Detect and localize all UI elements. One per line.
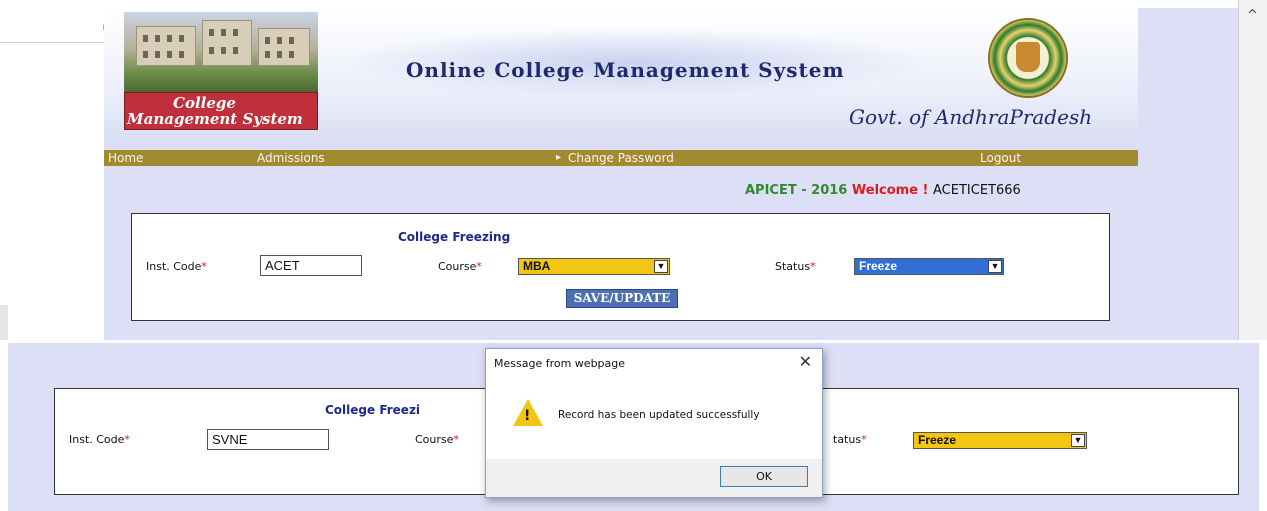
ok-button[interactable]: OK bbox=[720, 466, 808, 487]
nav-bar: Home Admissions ▸ Change Password Logout bbox=[104, 150, 1138, 166]
form-title: College Freezi bbox=[325, 403, 421, 417]
nav-home[interactable]: Home bbox=[108, 150, 143, 166]
welcome-word: Welcome ! bbox=[851, 183, 929, 198]
site-header-banner: College Management System Online College… bbox=[104, 8, 1138, 132]
course-label: Course* bbox=[415, 433, 459, 446]
course-select[interactable]: MBA ▼ bbox=[518, 258, 670, 275]
govt-text: Govt. of AndhraPradesh bbox=[849, 105, 1093, 129]
message-dialog: Message from webpage ✕ ! Record has been… bbox=[485, 348, 823, 498]
scrollbar[interactable]: ^ bbox=[1238, 0, 1267, 340]
close-icon[interactable]: ✕ bbox=[799, 352, 812, 371]
exam-label: APICET - 2016 bbox=[745, 183, 848, 198]
divider-line bbox=[0, 42, 104, 43]
course-label: Course* bbox=[438, 260, 482, 273]
dialog-title: Message from webpage bbox=[494, 357, 626, 370]
govt-emblem-icon bbox=[988, 18, 1068, 98]
nav-arrow-icon: ▸ bbox=[556, 152, 562, 163]
college-freezing-form: College Freezing Inst. Code* ACET Course… bbox=[131, 213, 1110, 321]
warning-mark: ! bbox=[524, 408, 531, 424]
status-label: Status* bbox=[775, 260, 816, 273]
chevron-down-icon[interactable]: ▼ bbox=[1071, 434, 1085, 447]
user-id: ACETICET666 bbox=[933, 183, 1021, 198]
status-select[interactable]: Freeze ▼ bbox=[913, 432, 1087, 449]
status-select-value: Freeze bbox=[859, 259, 898, 273]
nav-change-password[interactable]: Change Password bbox=[568, 150, 674, 166]
nav-logout[interactable]: Logout bbox=[980, 150, 1021, 166]
logo-caption: College Management System bbox=[124, 92, 318, 130]
logo-caption-line2: Management System bbox=[127, 110, 303, 128]
college-building-photo bbox=[124, 12, 318, 92]
nav-admissions[interactable]: Admissions bbox=[257, 150, 325, 166]
save-update-button[interactable]: SAVE/UPDATE bbox=[566, 289, 678, 308]
status-select[interactable]: Freeze ▼ bbox=[854, 258, 1004, 275]
welcome-message: APICET - 2016 Welcome ! ACETICET666 bbox=[745, 183, 1021, 198]
form-title: College Freezing bbox=[398, 230, 511, 244]
dialog-footer: OK bbox=[486, 459, 822, 497]
inst-code-input[interactable]: SVNE bbox=[207, 429, 329, 450]
status-label: tatus* bbox=[833, 433, 867, 446]
inst-code-input[interactable]: ACET bbox=[260, 255, 362, 276]
chevron-down-icon[interactable]: ▼ bbox=[988, 260, 1002, 273]
inst-code-label: Inst. Code* bbox=[146, 260, 207, 273]
top-screenshot: g ^ College Management System Online Col… bbox=[0, 0, 1267, 340]
site-title: Online College Management System bbox=[406, 58, 845, 82]
scroll-up-icon[interactable]: ^ bbox=[1247, 8, 1258, 23]
window-edge bbox=[0, 305, 8, 340]
status-select-value: Freeze bbox=[918, 433, 957, 447]
chevron-down-icon[interactable]: ▼ bbox=[654, 260, 668, 273]
course-select-value: MBA bbox=[523, 259, 551, 273]
dialog-message: Record has been updated successfully bbox=[558, 409, 760, 421]
inst-code-label: Inst. Code* bbox=[69, 433, 130, 446]
